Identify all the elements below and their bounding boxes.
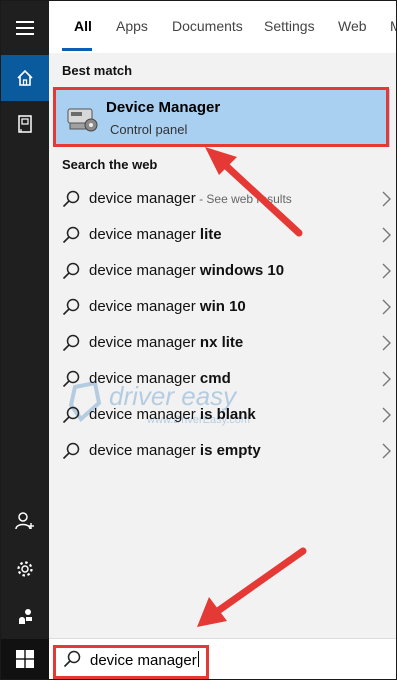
tab-web[interactable]: Web bbox=[338, 18, 367, 34]
query-suggestion: lite bbox=[199, 226, 222, 243]
settings-button[interactable] bbox=[1, 546, 49, 592]
windows-logo-icon bbox=[16, 650, 34, 668]
web-result-label: device manager - See web results bbox=[89, 190, 292, 207]
query-prefix: device manager bbox=[89, 406, 200, 423]
notebook-button[interactable] bbox=[1, 101, 49, 147]
web-result-row[interactable]: device manager cmd bbox=[49, 361, 396, 397]
tab-more[interactable]: M bbox=[390, 18, 396, 34]
chevron-right-icon[interactable] bbox=[380, 190, 392, 208]
chevron-right-icon[interactable] bbox=[380, 334, 392, 352]
web-result-row[interactable]: device manager is blank bbox=[49, 397, 396, 433]
query-suggestion: cmd bbox=[199, 370, 231, 387]
web-result-row[interactable]: device manager nx lite bbox=[49, 325, 396, 361]
search-icon bbox=[62, 442, 80, 460]
chevron-right-icon[interactable] bbox=[380, 442, 392, 460]
query-prefix: device manager bbox=[89, 262, 200, 279]
query-prefix: device manager bbox=[89, 442, 200, 459]
query-prefix: device manager bbox=[89, 298, 200, 315]
web-result-label: device manager is blank bbox=[89, 406, 256, 423]
search-web-heading: Search the web bbox=[62, 157, 158, 172]
web-result-label: device manager win 10 bbox=[89, 298, 246, 315]
active-tab-indicator bbox=[62, 48, 92, 51]
query-prefix: device manager bbox=[89, 334, 200, 351]
tab-documents[interactable]: Documents bbox=[172, 18, 243, 34]
filter-tabs: All Apps Documents Settings Web M bbox=[49, 1, 396, 53]
query-suggestion: is blank bbox=[199, 406, 256, 423]
search-icon bbox=[62, 226, 80, 244]
query-suggestion: win 10 bbox=[199, 298, 246, 315]
notebook-icon bbox=[18, 115, 32, 133]
search-icon bbox=[62, 190, 80, 208]
feedback-button[interactable] bbox=[1, 594, 49, 640]
search-icon bbox=[62, 406, 80, 424]
query-suggestion: is empty bbox=[199, 442, 261, 459]
best-match-heading: Best match bbox=[62, 63, 133, 78]
web-result-label: device manager is empty bbox=[89, 442, 261, 459]
web-result-label: device manager nx lite bbox=[89, 334, 243, 351]
query-meta: - See web results bbox=[195, 192, 292, 206]
web-result-label: device manager windows 10 bbox=[89, 262, 284, 279]
web-result-row[interactable]: device manager windows 10 bbox=[49, 253, 396, 289]
web-result-row[interactable]: device manager lite bbox=[49, 217, 396, 253]
query-suggestion: nx lite bbox=[199, 334, 244, 351]
start-search-panel: All Apps Documents Settings Web M Best m… bbox=[0, 0, 397, 680]
query-prefix: device manager bbox=[89, 226, 200, 243]
hamburger-icon bbox=[16, 21, 34, 35]
web-result-row[interactable]: device manager is empty bbox=[49, 433, 396, 469]
tab-settings[interactable]: Settings bbox=[264, 18, 315, 34]
hamburger-menu-button[interactable] bbox=[1, 5, 49, 51]
home-icon bbox=[17, 69, 33, 86]
query-prefix: device manager bbox=[89, 190, 196, 207]
left-rail bbox=[1, 1, 49, 679]
best-match-annotation-box bbox=[53, 87, 389, 147]
chevron-right-icon[interactable] bbox=[380, 370, 392, 388]
web-result-row[interactable]: device manager win 10 bbox=[49, 289, 396, 325]
add-user-button[interactable] bbox=[1, 498, 49, 544]
feedback-icon bbox=[19, 609, 32, 624]
chevron-right-icon[interactable] bbox=[380, 406, 392, 424]
query-suggestion: windows 10 bbox=[199, 262, 285, 279]
search-annotation-box bbox=[53, 645, 209, 679]
search-icon bbox=[62, 334, 80, 352]
query-prefix: device manager bbox=[89, 370, 200, 387]
chevron-right-icon[interactable] bbox=[380, 262, 392, 280]
web-result-label: device manager cmd bbox=[89, 370, 231, 387]
tab-apps[interactable]: Apps bbox=[116, 18, 148, 34]
web-result-row[interactable]: device manager - See web results bbox=[49, 181, 396, 217]
search-icon bbox=[62, 262, 80, 280]
add-user-icon bbox=[15, 512, 34, 530]
home-button[interactable] bbox=[1, 55, 49, 101]
search-icon bbox=[62, 298, 80, 316]
start-button[interactable] bbox=[1, 639, 49, 679]
chevron-right-icon[interactable] bbox=[380, 226, 392, 244]
tab-all[interactable]: All bbox=[74, 18, 92, 34]
gear-icon bbox=[17, 561, 33, 577]
web-result-label: device manager lite bbox=[89, 226, 222, 243]
chevron-right-icon[interactable] bbox=[380, 298, 392, 316]
search-icon bbox=[62, 370, 80, 388]
